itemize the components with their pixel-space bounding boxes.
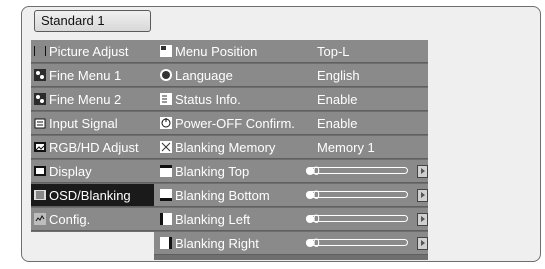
language-icon (159, 68, 173, 82)
menu-item-osd-blanking[interactable]: OSD/Blanking (31, 184, 154, 207)
main-menu: Picture Adjust Fine Menu 1 Fine Menu 2 I… (31, 40, 154, 232)
menu-item-display[interactable]: Display (31, 160, 154, 183)
slider[interactable] (306, 165, 410, 178)
slider-track (306, 167, 408, 174)
increase-button[interactable] (417, 189, 428, 202)
slider[interactable] (306, 237, 410, 250)
setting-label: Blanking Right (175, 235, 259, 251)
blanking-left-icon (159, 212, 173, 226)
input-signal-icon (33, 116, 47, 130)
setting-row-blanking-memory[interactable]: Blanking Memory Memory 1 (154, 136, 428, 159)
setting-label: Status Info. (175, 91, 241, 107)
slider-track (306, 215, 408, 222)
setting-row-language[interactable]: Language English (154, 64, 428, 87)
setting-value: Enable (317, 115, 358, 131)
setting-row-blanking-right[interactable]: Blanking Right 0 (154, 232, 428, 255)
slider-knob[interactable] (306, 167, 314, 175)
setting-row-status-info[interactable]: Status Info. Enable (154, 88, 428, 111)
setting-row-blanking-left[interactable]: Blanking Left 0 (154, 208, 428, 231)
status-info-icon (159, 92, 173, 106)
slider-knob[interactable] (306, 239, 314, 247)
setting-label: Language (175, 67, 233, 83)
setting-value: Memory 1 (317, 139, 375, 155)
menu-item-picture-adjust[interactable]: Picture Adjust (31, 40, 154, 63)
slider-track (306, 239, 408, 246)
fine-menu-icon (33, 68, 47, 82)
setting-label: Blanking Top (175, 163, 250, 179)
menu-item-label: Input Signal (49, 115, 118, 131)
menu-item-label: Fine Menu 2 (49, 91, 122, 107)
setting-label: Menu Position (175, 43, 258, 59)
preset-tab[interactable]: Standard 1 (34, 10, 151, 32)
menu-item-config[interactable]: Config. (31, 208, 154, 231)
menu-item-rgb-hd-adjust[interactable]: RGB/HD Adjust (31, 136, 154, 159)
menu-item-label: Display (49, 163, 92, 179)
rgb-hd-adjust-icon (33, 140, 47, 154)
osd-blanking-icon (33, 188, 47, 202)
menu-item-input-signal[interactable]: Input Signal (31, 112, 154, 135)
setting-label: Power-OFF Confirm. (175, 115, 295, 131)
slider-knob[interactable] (306, 215, 314, 223)
menu-item-label: OSD/Blanking (49, 187, 131, 203)
increase-button[interactable] (417, 237, 428, 250)
blanking-bottom-icon (159, 188, 173, 202)
setting-value: Top-L (317, 43, 350, 59)
menu-item-fine-menu-2[interactable]: Fine Menu 2 (31, 88, 154, 111)
power-icon (159, 116, 173, 130)
setting-label: Blanking Memory (175, 139, 276, 155)
settings-panel: Menu Position Top-L Language English Sta… (154, 40, 428, 260)
setting-value: Enable (317, 91, 358, 107)
setting-row-power-off-confirm[interactable]: Power-OFF Confirm. Enable (154, 112, 428, 135)
menu-item-label: RGB/HD Adjust (49, 139, 139, 155)
increase-button[interactable] (417, 165, 428, 178)
slider[interactable] (306, 213, 410, 226)
fine-menu-icon (33, 92, 47, 106)
setting-row-blanking-bottom[interactable]: Blanking Bottom 0 (154, 184, 428, 207)
blanking-right-icon (159, 236, 173, 250)
config-icon (33, 212, 47, 226)
menu-item-label: Config. (49, 211, 91, 227)
setting-row-menu-position[interactable]: Menu Position Top-L (154, 40, 428, 63)
osd-menu-panel: Standard 1 Picture Adjust Fine Menu 1 Fi… (21, 6, 541, 262)
setting-label: Blanking Bottom (175, 187, 270, 203)
picture-adjust-icon (33, 44, 47, 58)
menu-item-label: Fine Menu 1 (49, 67, 122, 83)
blanking-top-icon (159, 164, 173, 178)
setting-value: English (317, 67, 360, 83)
menu-item-label: Picture Adjust (49, 43, 129, 59)
blanking-memory-icon (159, 140, 173, 154)
display-icon (33, 164, 47, 178)
menu-item-fine-menu-1[interactable]: Fine Menu 1 (31, 64, 154, 87)
setting-row-blanking-top[interactable]: Blanking Top 0 (154, 160, 428, 183)
setting-label: Blanking Left (175, 211, 251, 227)
slider-knob[interactable] (306, 191, 314, 199)
slider-track (306, 191, 408, 198)
slider[interactable] (306, 189, 410, 202)
menu-position-icon (159, 44, 173, 58)
increase-button[interactable] (417, 213, 428, 226)
